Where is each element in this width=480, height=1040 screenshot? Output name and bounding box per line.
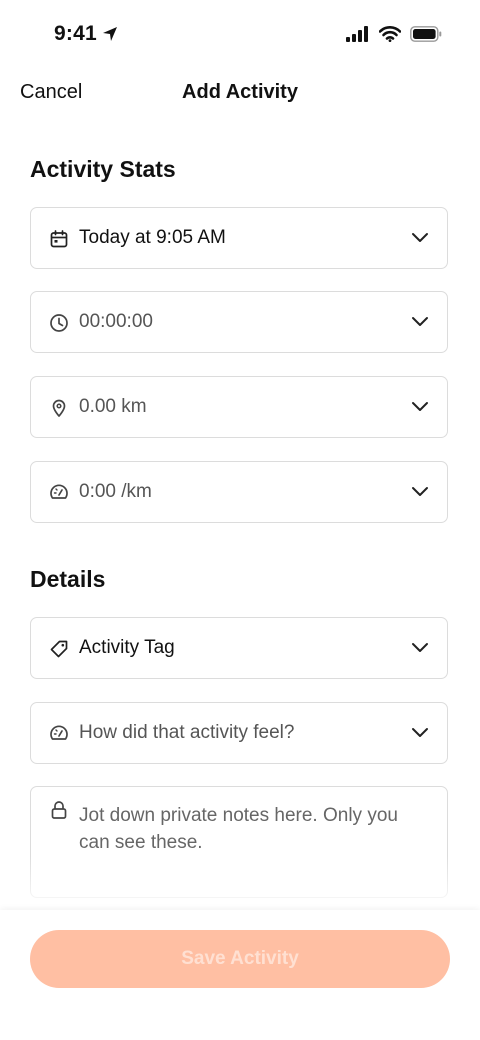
location-pin-icon xyxy=(52,399,66,417)
lock-icon xyxy=(51,801,67,819)
pace-field[interactable]: 0:00 /km xyxy=(30,461,448,523)
cellular-signal-icon xyxy=(346,26,368,42)
bottom-action-bar: Save Activity xyxy=(0,910,480,1040)
activity-tag-field[interactable]: Activity Tag xyxy=(30,617,448,679)
chevron-down-icon xyxy=(412,317,428,326)
chevron-down-icon xyxy=(412,233,428,242)
activity-feel-field[interactable]: How did that activity feel? xyxy=(30,702,448,764)
nav-bar: Cancel Add Activity xyxy=(0,70,480,116)
speedometer-icon xyxy=(50,725,68,740)
chevron-down-icon xyxy=(412,728,428,737)
status-time: 9:41 xyxy=(54,22,97,45)
save-activity-button[interactable]: Save Activity xyxy=(30,930,450,988)
private-notes-input[interactable]: Jot down private notes here. Only you ca… xyxy=(30,786,448,898)
wifi-icon xyxy=(379,26,401,42)
status-indicators xyxy=(346,26,442,42)
clock-icon xyxy=(50,314,68,332)
details-heading: Details xyxy=(30,566,106,592)
chevron-down-icon xyxy=(412,643,428,652)
distance-value: 0.00 km xyxy=(79,396,147,417)
calendar-icon xyxy=(50,230,68,248)
duration-value: 00:00:00 xyxy=(79,311,153,332)
page-title: Add Activity xyxy=(182,81,298,103)
date-time-field[interactable]: Today at 9:05 AM xyxy=(30,207,448,269)
private-notes-placeholder: Jot down private notes here. Only you ca… xyxy=(79,805,398,853)
activity-stats-heading: Activity Stats xyxy=(30,156,176,182)
status-bar: 9:41 xyxy=(0,0,480,70)
battery-icon xyxy=(410,26,442,42)
tag-icon xyxy=(50,640,68,658)
date-time-value: Today at 9:05 AM xyxy=(79,227,226,248)
activity-feel-placeholder: How did that activity feel? xyxy=(79,722,295,743)
location-arrow-icon xyxy=(103,27,117,41)
speedometer-icon xyxy=(50,484,68,499)
chevron-down-icon xyxy=(412,402,428,411)
distance-field[interactable]: 0.00 km xyxy=(30,376,448,438)
activity-tag-label: Activity Tag xyxy=(79,637,175,658)
pace-value: 0:00 /km xyxy=(79,481,152,502)
duration-field[interactable]: 00:00:00 xyxy=(30,291,448,353)
chevron-down-icon xyxy=(412,487,428,496)
